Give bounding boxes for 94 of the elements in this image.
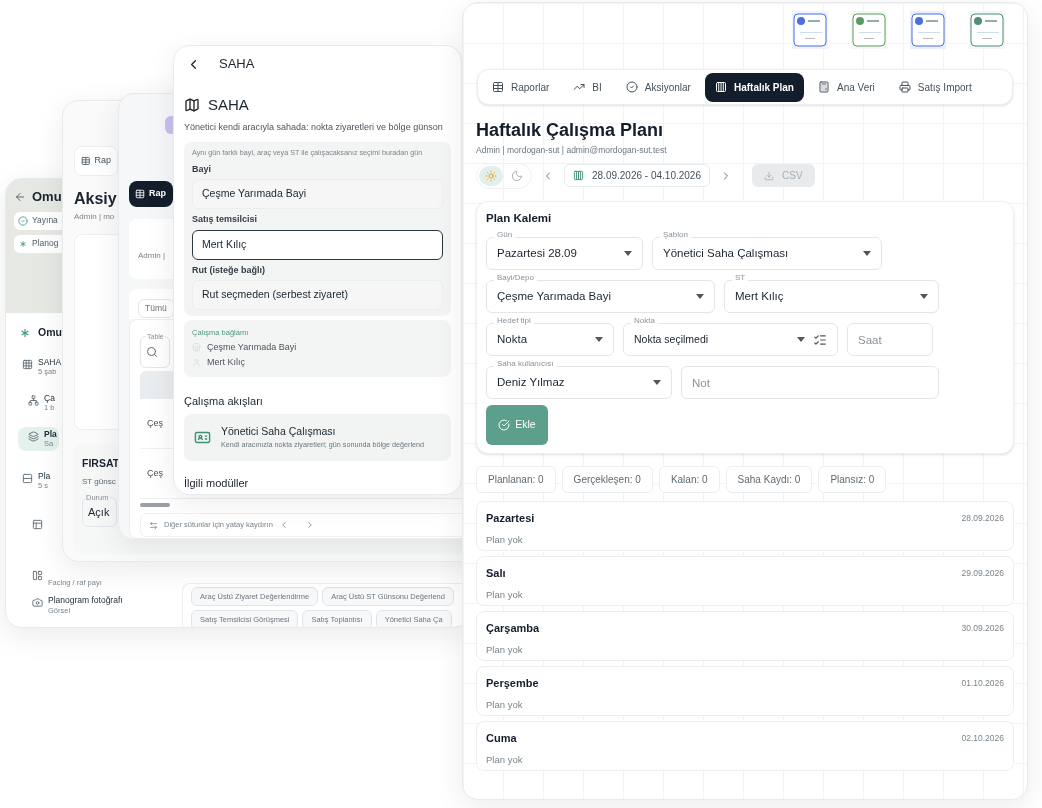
nav-icon [32,597,43,609]
plan-status: Plan yok [486,697,524,712]
calendar-icon [573,170,584,182]
tab-icon [625,81,638,93]
select-field[interactable]: Çeşme Yarımada Bayi [192,179,443,210]
stat-chip: Planlanan: 0 [476,466,556,493]
text-field[interactable]: Not [681,366,939,399]
day-date: 01.10.2026 [961,676,1004,690]
text-field[interactable]: Saat [847,323,933,356]
logo-icon [792,11,828,49]
nav-icon [32,518,43,530]
check-icon [498,419,511,431]
field-label: Rut (isteğe bağlı) [192,263,266,277]
caret-icon [624,251,632,256]
header-title: SAHA [219,55,255,74]
caret-icon [863,251,871,256]
store-icon [192,342,201,352]
day-date: 30.09.2026 [961,621,1004,635]
page-description: Yönetici kendi aracıyla sahada: nokta ziyaretleri ve bölge günson [184,120,444,134]
day-name: Perşembe [486,676,539,691]
section-title: İlgili modüller [184,476,250,492]
day-name: Salı [486,566,506,581]
date-range[interactable]: 28.09.2026 - 04.10.2026 [564,164,710,188]
tab-icon [818,81,830,93]
tab[interactable]: Rap [129,181,173,207]
logo-icon [910,11,946,49]
download-icon [764,170,774,181]
plan-status: Plan yok [486,587,524,602]
page-title: Haftalık Çalışma Planı [476,119,665,142]
logo-icon [969,11,1005,49]
plan-status: Plan yok [486,642,524,657]
card-title: Omu [38,325,62,340]
stat-chip: Plansız: 0 [818,466,887,493]
tab-icon [573,81,586,93]
caret-icon [595,337,603,342]
section-title: Çalışma akışları [184,393,264,409]
search-icon [146,346,158,358]
checklist-icon[interactable] [813,332,827,347]
section-subtitle: ST günsc [82,475,116,488]
day-date: 29.09.2026 [961,566,1004,580]
tab[interactable]: Haftalık Plan [704,72,804,102]
nav-icon [32,569,43,581]
scrollbar [140,503,170,507]
day-date: 02.10.2026 [961,731,1004,745]
map-icon [184,97,200,114]
select-field[interactable]: Rut seçmeden (serbest ziyaret) [192,280,443,311]
tab[interactable]: Satış Import [888,72,982,102]
plan-status: Plan yok [486,752,524,767]
caret-icon [920,294,928,299]
tab-icon [492,81,504,93]
stat-chip: Gerçekleşen: 0 [561,466,653,493]
day-name: Çarşamba [486,621,540,636]
stat-chip: Kalan: 0 [658,466,720,493]
page-subtitle: Admin | [138,251,165,260]
day-date: 28.09.2026 [961,511,1004,525]
tab[interactable]: Ana Veri [808,72,885,102]
tab-icon [714,81,727,93]
form-title: Plan Kalemi [486,210,553,226]
day-name: Cuma [486,731,517,746]
nav-icon [22,472,33,484]
section-title: FIRSAT [82,456,120,471]
select-field[interactable]: Mert Kılıç [192,229,443,260]
screen-title: Omu [32,188,62,206]
table-icon [81,156,91,166]
caret-icon [653,380,661,385]
plan-status: Plan yok [486,532,524,547]
tab[interactable]: Raporlar [482,72,560,102]
tab-icon [898,81,911,93]
page-subtitle: Admin | mordogan-sut | admin@mordogan-sut.test [476,144,668,157]
tab[interactable]: Aksiyonlar [615,72,701,102]
day-name: Pazartesi [486,511,535,526]
table-cell-text: Çeş [147,466,163,480]
nav-icon [28,430,39,442]
context-item: Mert Kılıç [207,356,245,370]
logo-icon [851,11,887,49]
table-cell-text: Çeş [147,416,163,430]
stat-chip: Saha Kaydı: 0 [725,466,813,493]
check-icon [18,215,28,226]
asterisk-icon [18,238,28,249]
swap-icon [149,520,158,530]
tab[interactable]: BI [563,72,612,102]
caret-icon [797,337,805,342]
caret-icon [696,294,704,299]
field-label: Satış temsilcisi [192,213,259,227]
sun-icon[interactable] [479,165,503,186]
nav-icon [22,358,33,370]
page-title: Aksiy [74,189,117,209]
page-subtitle: Admin | mo [74,211,115,223]
table-icon [135,189,145,199]
nav-icon [28,394,39,406]
page-title: SAHA [208,95,249,115]
tab[interactable]: Rap [74,146,118,176]
field-label: Bayi [192,162,212,176]
context-item: Çeşme Yarımada Bayi [207,340,297,354]
